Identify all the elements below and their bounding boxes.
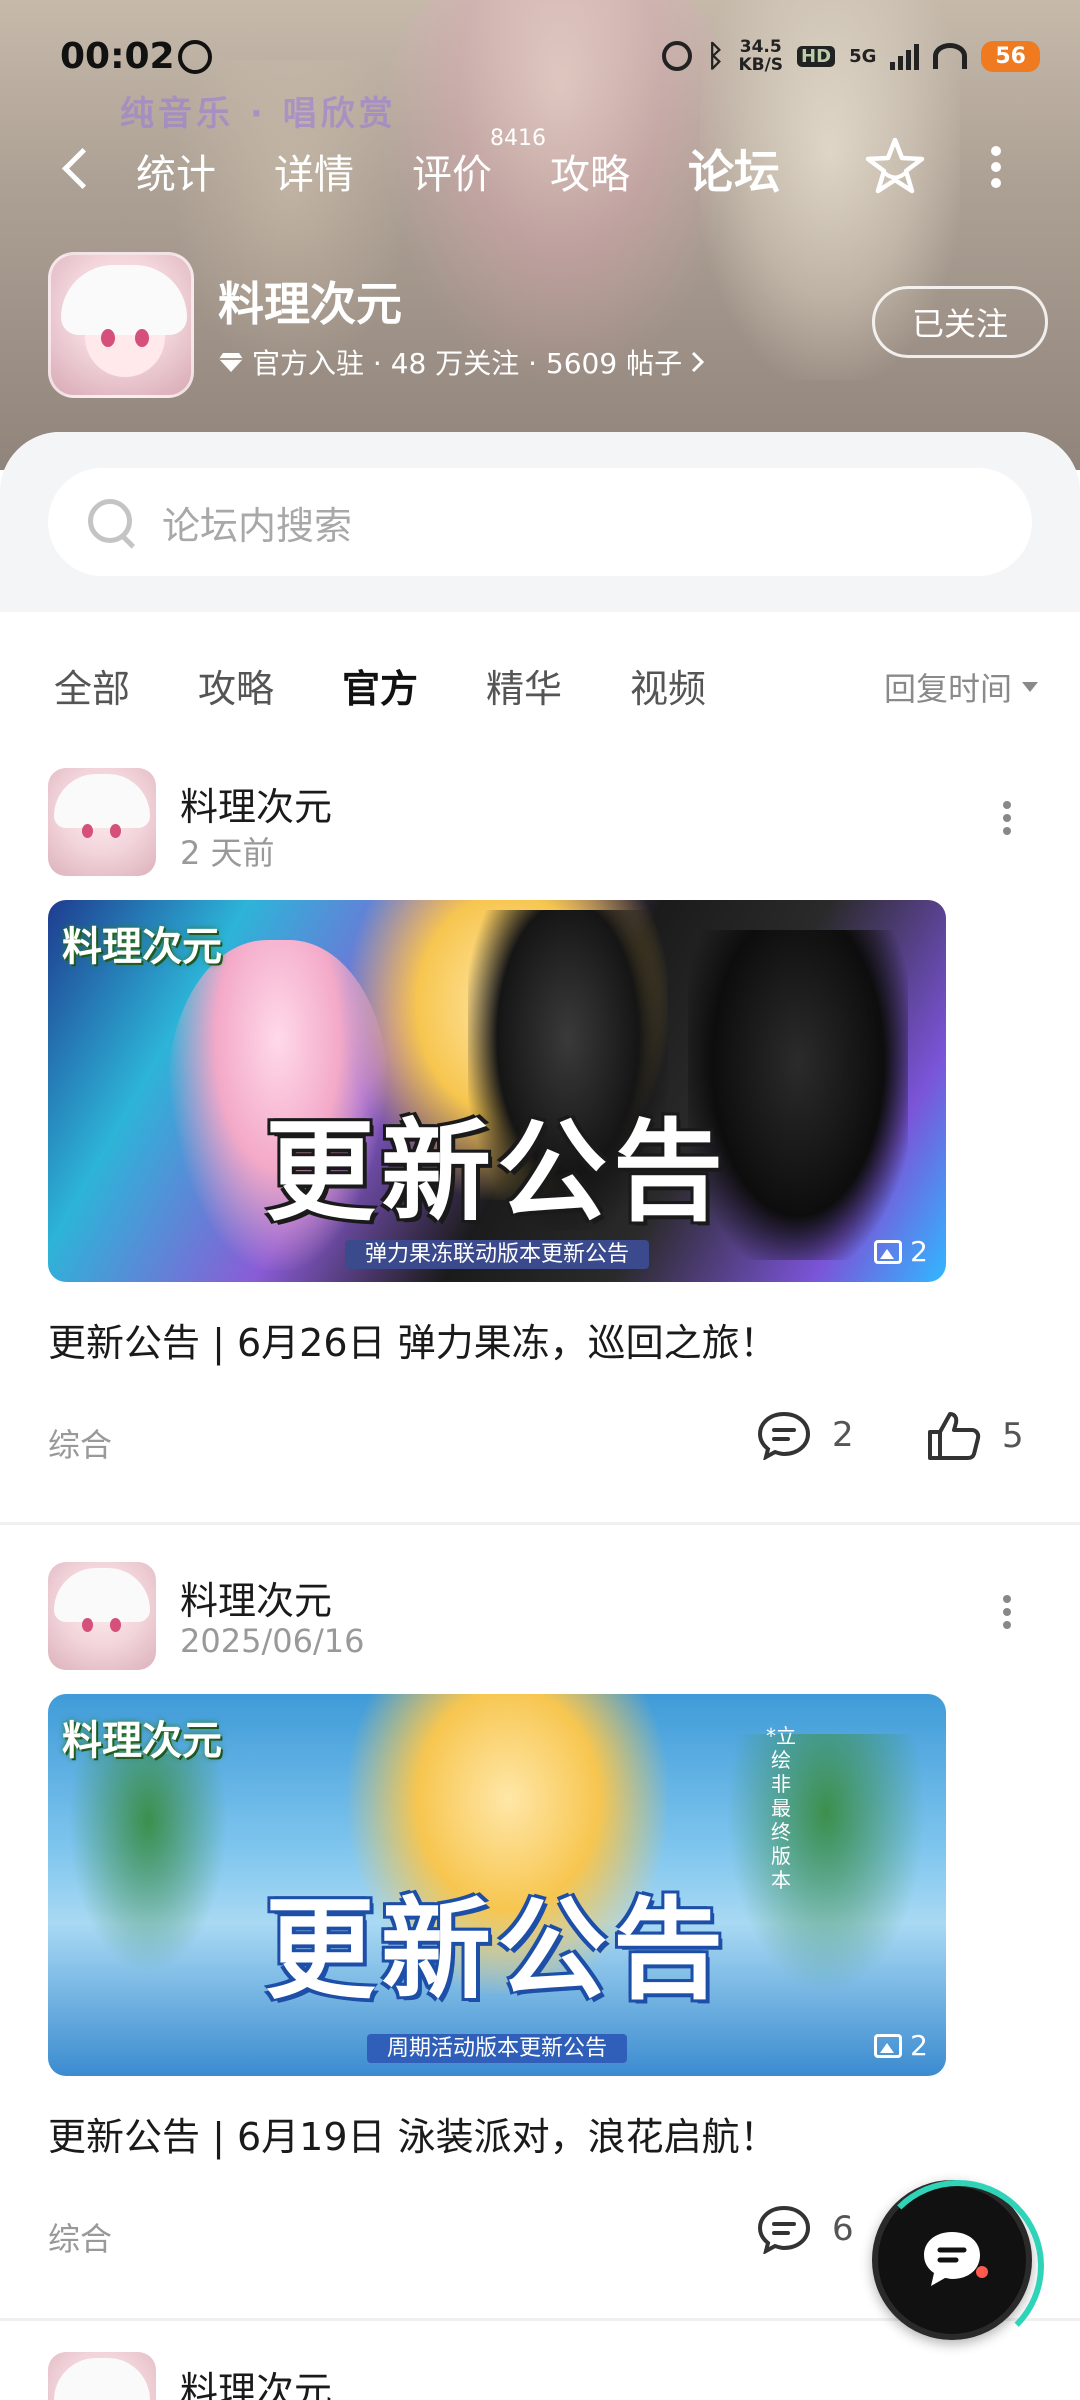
forum-sheet: 论坛内搜索 全部 攻略 官方 精华 视频 回复时间 料理次元 2 天前 料理次元 xyxy=(0,432,1080,2400)
game-meta[interactable]: 官方入驻 · 48 万关注 · 5609 帖子 xyxy=(218,342,706,382)
avatar[interactable] xyxy=(48,1562,156,1670)
post-time: 2025/06/16 xyxy=(180,1622,365,1660)
image-count-value: 2 xyxy=(910,2029,928,2062)
image-subtitle: 弹力果冻联动版本更新公告 xyxy=(344,1240,649,1269)
game-header-banner: 00:02 ᛒ 34.5 KB/S HD 5G 56 纯音乐 · 唱欣赏 统计 … xyxy=(0,0,1080,470)
thumbs-up-icon xyxy=(928,1412,981,1460)
post-author[interactable]: 料理次元 xyxy=(180,1570,332,1625)
image-headline: 更新公告 xyxy=(265,1886,729,2014)
battery-indicator: 56 xyxy=(981,40,1040,72)
tab-forum-label: 论坛 xyxy=(688,145,780,199)
network-speed: 34.5 KB/S xyxy=(738,37,784,75)
forum-post[interactable]: 料理次元 xyxy=(0,2352,1080,2400)
filter-official[interactable]: 官方 xyxy=(342,658,419,719)
game-app-icon xyxy=(48,252,194,398)
avatar[interactable] xyxy=(48,768,156,876)
post-divider xyxy=(0,1522,1080,1525)
post-time: 2 天前 xyxy=(180,834,275,872)
post-cover-image[interactable]: 料理次元 *立绘非最终版本 更新公告 周期活动版本更新公告 2 xyxy=(48,1694,946,2076)
image-subtitle: 周期活动版本更新公告 xyxy=(366,2034,627,2063)
filter-featured[interactable]: 精华 xyxy=(486,658,562,713)
post-title[interactable]: 更新公告 | 6月19日 泳装派对，浪花启航！ xyxy=(48,2106,778,2161)
reviews-count-badge: 8416 xyxy=(490,126,546,151)
game-title: 料理次元 xyxy=(218,277,402,331)
filter-videos[interactable]: 视频 xyxy=(630,658,706,713)
post-title[interactable]: 更新公告 | 6月26日 弹力果冻，巡回之旅！ xyxy=(48,1312,778,1367)
image-game-logo: 料理次元 xyxy=(62,1718,222,1764)
comment-icon xyxy=(757,1411,811,1460)
sort-dropdown[interactable]: 回复时间 xyxy=(884,664,1038,710)
image-icon xyxy=(874,2033,903,2058)
tab-forum[interactable]: 论坛 xyxy=(688,136,780,204)
tab-reviews[interactable]: 评价 xyxy=(412,142,492,200)
post-more-icon[interactable] xyxy=(1002,796,1012,846)
post-author[interactable]: 料理次元 xyxy=(180,776,332,831)
post-cover-image[interactable]: 料理次元 更新公告 弹力果冻联动版本更新公告 2 xyxy=(48,900,946,1282)
chat-bubble-icon xyxy=(924,2232,988,2286)
follow-button[interactable]: 已关注 xyxy=(872,286,1048,358)
top-nav: 统计 详情 评价 8416 攻略 论坛 xyxy=(0,126,1080,210)
bluetooth-icon: ᛒ xyxy=(706,38,725,74)
forum-filter-bar: 全部 攻略 官方 精华 视频 回复时间 xyxy=(0,612,1080,742)
status-time: 00:02 xyxy=(60,36,175,77)
favorite-star-icon[interactable] xyxy=(862,134,928,200)
wifi-icon xyxy=(933,43,968,69)
post-tag[interactable]: 综合 xyxy=(48,1420,112,1466)
image-count: 2 xyxy=(874,2029,928,2062)
like-count: 5 xyxy=(1002,1416,1024,1456)
network-type: 5G xyxy=(849,45,877,67)
post-tag[interactable]: 综合 xyxy=(48,2214,112,2260)
sort-label: 回复时间 xyxy=(883,670,1012,708)
comment-button[interactable]: 2 xyxy=(756,1410,854,1460)
search-placeholder: 论坛内搜索 xyxy=(162,503,353,548)
alarm-icon xyxy=(662,41,693,71)
forum-search-input[interactable]: 论坛内搜索 xyxy=(48,468,1032,576)
forum-post[interactable]: 料理次元 2 天前 料理次元 更新公告 弹力果冻联动版本更新公告 2 更新公告 … xyxy=(0,768,1080,1528)
signal-icon xyxy=(890,42,920,70)
watermark: 纯音乐 · 唱欣赏 xyxy=(120,94,397,134)
comment-count: 6 xyxy=(832,2209,854,2249)
post-author[interactable]: 料理次元 xyxy=(180,2360,332,2400)
comment-icon xyxy=(757,2205,811,2254)
image-count-value: 2 xyxy=(910,1235,928,1268)
sync-icon xyxy=(178,40,212,74)
chevron-right-icon xyxy=(692,351,705,373)
tab-details[interactable]: 详情 xyxy=(274,142,354,200)
tab-stats[interactable]: 统计 xyxy=(136,142,216,200)
post-more-icon[interactable] xyxy=(1002,1590,1012,1640)
comment-button[interactable]: 6 xyxy=(756,2204,854,2254)
filter-all[interactable]: 全部 xyxy=(54,658,130,713)
diamond-icon xyxy=(219,353,243,372)
hd-icon: HD xyxy=(797,45,836,67)
comment-count: 2 xyxy=(832,1415,854,1455)
search-icon xyxy=(84,495,138,549)
filter-guides[interactable]: 攻略 xyxy=(198,658,274,713)
tab-guides[interactable]: 攻略 xyxy=(550,142,630,200)
more-options-icon[interactable] xyxy=(990,140,1002,200)
image-count: 2 xyxy=(874,1235,928,1268)
image-headline: 更新公告 xyxy=(265,1108,729,1236)
game-info-card: 料理次元 官方入驻 · 48 万关注 · 5609 帖子 已关注 xyxy=(48,252,1048,402)
image-game-logo: 料理次元 xyxy=(62,924,222,970)
game-meta-text: 官方入驻 · 48 万关注 · 5609 帖子 xyxy=(252,347,683,380)
chat-fab-button[interactable] xyxy=(872,2180,1044,2352)
filter-official-label: 官方 xyxy=(342,667,419,711)
like-button[interactable]: 5 xyxy=(926,1410,1024,1462)
image-icon xyxy=(874,1239,903,1264)
back-arrow-icon[interactable] xyxy=(58,148,98,188)
caret-down-icon xyxy=(1022,682,1038,692)
avatar[interactable] xyxy=(48,2352,156,2400)
